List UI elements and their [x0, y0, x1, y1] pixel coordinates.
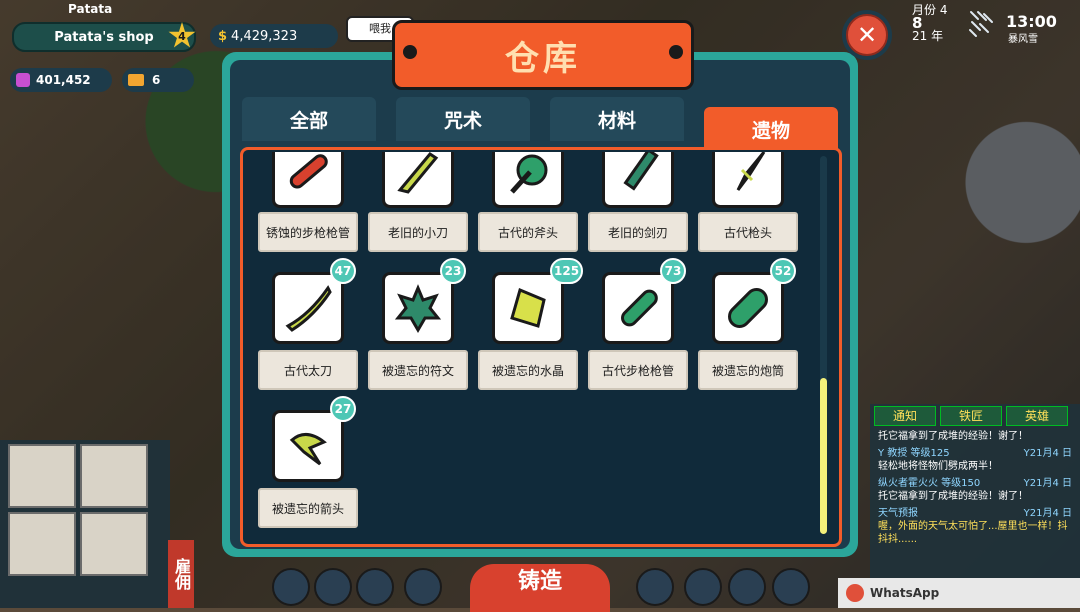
tab-all[interactable]: 全部 [242, 97, 376, 141]
item-name: 古代的斧头 [478, 212, 578, 252]
chat-message-body: 托它福拿到了成堆的经验！谢了！ [878, 491, 1028, 502]
player-name: Patata [68, 2, 113, 16]
item-count-badge: 47 [330, 258, 356, 284]
chat-message: Y 教授 等级125 Y21月4 日 轻松地将怪物们劈成两半！ [870, 445, 1080, 475]
staff-card[interactable] [80, 444, 148, 508]
potion-icon[interactable] [404, 568, 442, 606]
ticket-value: 6 [152, 73, 161, 87]
shop-name-bar[interactable]: Patata's shop [12, 22, 196, 52]
tab-relics[interactable]: 遗物 [704, 107, 838, 151]
chat-tab-blacksmith[interactable]: 铁匠 [940, 406, 1002, 426]
chat-message-time: Y21月4 日 [1023, 508, 1072, 519]
chat-message: 天气预报 Y21月4 日 喔，外面的天气太可怕了...屋里也一样！抖抖抖....… [870, 505, 1080, 548]
quill-icon[interactable] [356, 568, 394, 606]
item-count-badge: 125 [550, 258, 584, 284]
forgotten-arrowhead-icon [272, 410, 344, 482]
gear-icon[interactable] [772, 568, 810, 606]
year-label: 21 年 [912, 29, 944, 43]
scrollbar-thumb[interactable] [820, 378, 827, 534]
market-icon[interactable] [314, 568, 352, 606]
globe-icon[interactable] [636, 568, 674, 606]
tab-materials[interactable]: 材料 [550, 97, 684, 141]
chat-message-body: 喔，外面的天气太可怕了...屋里也一样！抖抖抖...... [878, 521, 1068, 545]
item-name: 被遗忘的炮筒 [698, 350, 798, 390]
whatsapp-bar[interactable]: WhatsApp [838, 578, 1080, 608]
whatsapp-icon [846, 584, 864, 602]
ticket-counter[interactable]: 6 [122, 68, 194, 92]
item-name: 被遗忘的箭头 [258, 488, 358, 528]
forge-button[interactable]: 铸造 [470, 564, 610, 612]
item-count-badge: 52 [770, 258, 796, 284]
chat-message-body: 轻松地将怪物们劈成两半！ [878, 461, 998, 472]
money-value: 4,429,323 [231, 28, 298, 44]
gem-value: 401,452 [36, 73, 91, 87]
chat-message: 托它福拿到了成堆的经验！谢了！ [870, 428, 1080, 445]
chat-message-time: Y21月4 日 [1023, 478, 1072, 489]
forgotten-crystal-icon [492, 272, 564, 344]
chat-message-author: Y 教授 等级125 [878, 448, 950, 459]
money-counter: $ 4,429,323 [210, 24, 338, 48]
ancient-barrel-icon [602, 272, 674, 344]
chat-message: 纵火者霍火火 等级150 Y21月4 日 托它福拿到了成堆的经验！谢了！ [870, 475, 1080, 505]
chat-tab-hero[interactable]: 英雄 [1006, 406, 1068, 426]
stats-icon[interactable] [272, 568, 310, 606]
staff-card[interactable] [8, 512, 76, 576]
hire-button[interactable]: 雇佣 [168, 540, 194, 608]
item-name: 被遗忘的水晶 [478, 350, 578, 390]
forgotten-rune-icon [382, 272, 454, 344]
gem-counter[interactable]: 401,452 [10, 68, 112, 92]
item-name: 古代太刀 [258, 350, 358, 390]
clock: 13:00 [1006, 12, 1057, 31]
chat-message-author: 纵火者霍火火 等级150 [878, 478, 981, 489]
ancient-tachi-icon [272, 272, 344, 344]
item-name: 老旧的小刀 [368, 212, 468, 252]
item-name: 古代步枪枪管 [588, 350, 688, 390]
item-count-badge: 23 [440, 258, 466, 284]
item-count-badge: 27 [330, 396, 356, 422]
chat-message-time: Y21月4 日 [1023, 448, 1072, 459]
chest-icon[interactable] [728, 568, 766, 606]
blizzard-icon [969, 11, 993, 37]
item-name: 老旧的剑刃 [588, 212, 688, 252]
tab-spells[interactable]: 咒术 [396, 97, 530, 141]
title-plate: 仓库 [392, 20, 694, 90]
close-button[interactable]: ✕ [842, 10, 892, 60]
item-name: 古代枪头 [698, 212, 798, 252]
forgotten-cannon-icon [712, 272, 784, 344]
item-name: 锈蚀的步枪枪管 [258, 212, 358, 252]
weather-label: 暴风雪 [1008, 34, 1038, 45]
staff-card[interactable] [80, 512, 148, 576]
chat-panel[interactable]: 通知 铁匠 英雄 托它福拿到了成堆的经验！谢了！ Y 教授 等级125 Y21月… [870, 404, 1080, 578]
staff-card[interactable] [8, 444, 76, 508]
chat-message-author: 天气预报 [878, 508, 918, 519]
gem-icon [16, 73, 30, 87]
dollar-icon: $ [218, 28, 228, 44]
chat-tabs: 通知 铁匠 英雄 [870, 404, 1080, 428]
staff-panel [0, 440, 170, 608]
ticket-icon [128, 74, 144, 86]
item-name: 被遗忘的符文 [368, 350, 468, 390]
item-count-badge: 73 [660, 258, 686, 284]
chat-message-body: 托它福拿到了成堆的经验！谢了！ [878, 431, 1028, 442]
whatsapp-label: WhatsApp [870, 586, 940, 600]
calendar: 月份 4 8 21 年 [912, 4, 947, 43]
close-icon: ✕ [846, 14, 888, 56]
book-icon[interactable] [684, 568, 722, 606]
modal-title: 仓库 [505, 38, 581, 79]
chat-tab-notice[interactable]: 通知 [874, 406, 936, 426]
